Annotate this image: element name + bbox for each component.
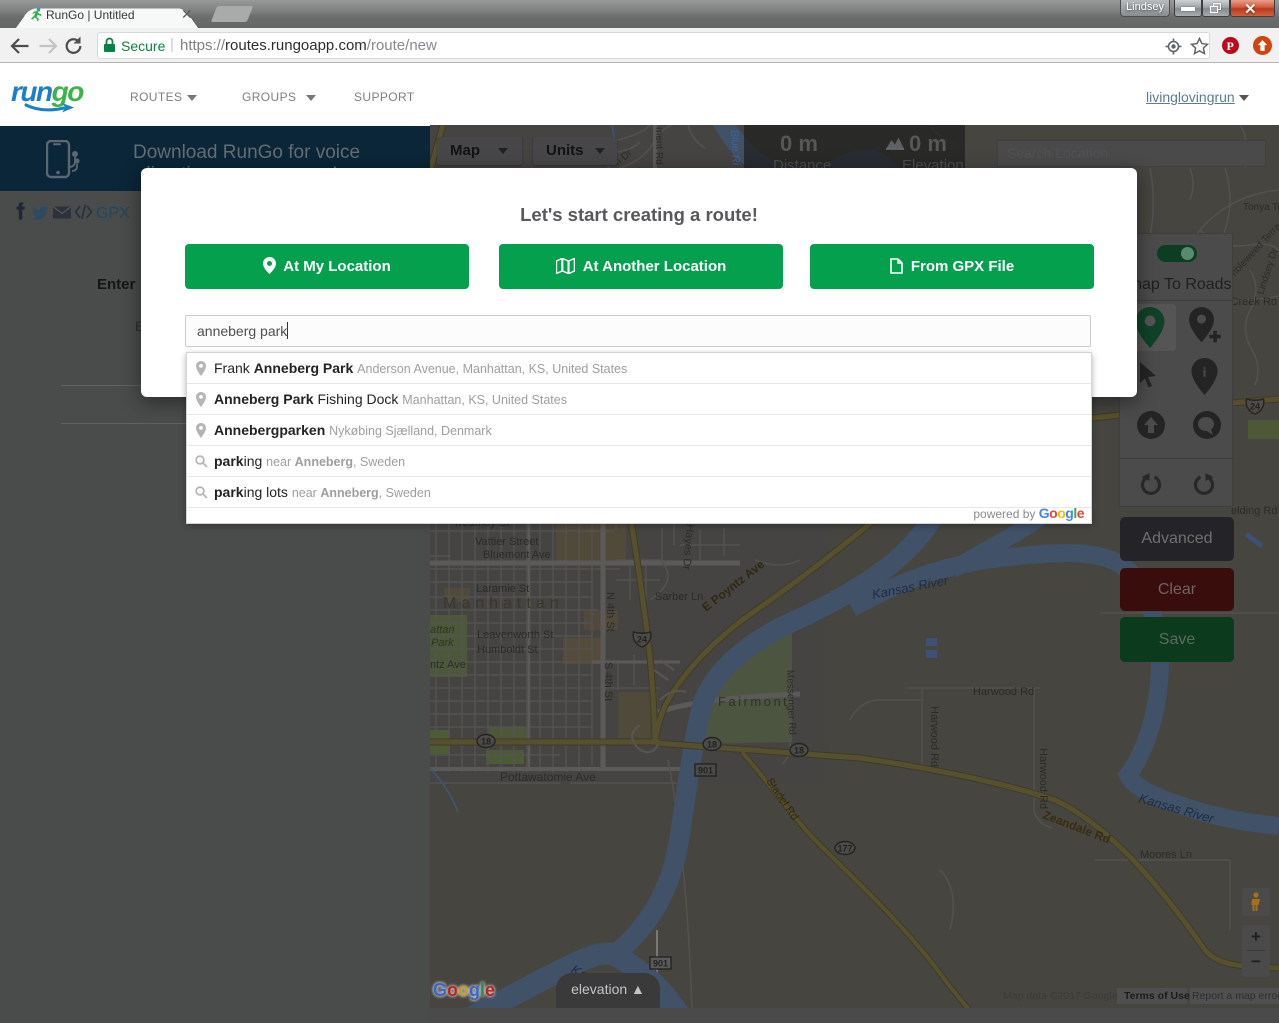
svg-text:Laramie St: Laramie St: [476, 583, 529, 595]
svg-text:GPX: GPX: [96, 205, 130, 222]
svg-text:18: 18: [481, 737, 491, 747]
svg-text:Park: Park: [431, 637, 454, 649]
svg-text:177: 177: [837, 844, 852, 854]
svg-text:Tonya Te: Tonya Te: [1243, 202, 1279, 213]
svg-text:ntz Ave: ntz Ave: [430, 659, 466, 671]
svg-text:Pottawatomie Ave: Pottawatomie Ave: [500, 770, 596, 784]
svg-text:Humboldt St: Humboldt St: [477, 644, 538, 656]
svg-text:18: 18: [707, 740, 717, 750]
svg-text:Sarber Ln: Sarber Ln: [655, 591, 703, 603]
svg-text:Vattier Street: Vattier Street: [475, 536, 538, 548]
svg-text:N 4th St: N 4th St: [604, 592, 616, 632]
svg-text:elding Rd: elding Rd: [1231, 505, 1277, 517]
svg-text:attan: attan: [430, 624, 454, 636]
svg-text:Harwood Rd: Harwood Rd: [1037, 748, 1049, 809]
svg-text:Harwood Rd: Harwood Rd: [973, 686, 1034, 698]
svg-text:18: 18: [794, 746, 804, 756]
svg-text:Manhattan: Manhattan: [443, 595, 564, 612]
svg-text:Leavenworth St: Leavenworth St: [477, 629, 553, 641]
svg-text:Moores Ln: Moores Ln: [1140, 849, 1192, 861]
svg-text:Blue Ri: Blue Ri: [728, 130, 742, 167]
svg-text:ment Rd: ment Rd: [653, 127, 664, 165]
svg-text:24: 24: [637, 635, 647, 645]
svg-text:901: 901: [698, 766, 713, 776]
svg-text:i: i: [1203, 365, 1207, 381]
svg-text:901: 901: [653, 959, 668, 969]
svg-text:Fairmont: Fairmont: [718, 694, 789, 709]
svg-text:24: 24: [1250, 402, 1260, 412]
svg-text:S 4th St: S 4th St: [602, 662, 614, 701]
svg-text:Bluemont Ave: Bluemont Ave: [483, 549, 551, 561]
svg-text:Harwood Rd: Harwood Rd: [928, 706, 940, 767]
